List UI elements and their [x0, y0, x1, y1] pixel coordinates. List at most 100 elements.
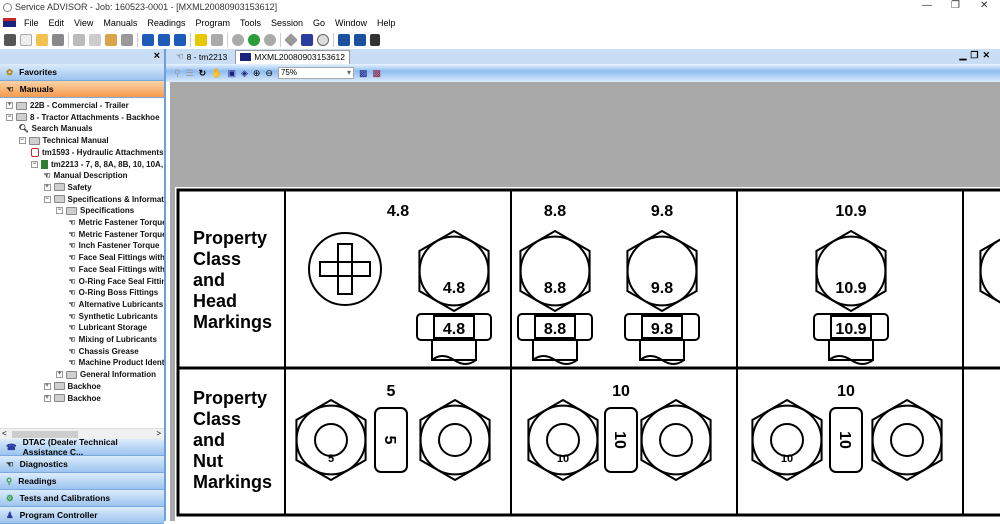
menu-tools[interactable]: Tools: [235, 18, 266, 28]
undo-window-icon[interactable]: [354, 34, 366, 46]
print-icon[interactable]: [121, 34, 133, 46]
connect-icon[interactable]: [142, 34, 154, 46]
tree-item[interactable]: ☜Machine Product Identification: [69, 357, 165, 368]
tree-item[interactable]: ☜ Metric Fastener Torque: [69, 229, 165, 240]
tree-item[interactable]: ☜O-Ring Face Seal Fittings: [69, 276, 165, 287]
menu-help[interactable]: Help: [372, 18, 401, 28]
back-icon[interactable]: [232, 34, 244, 46]
cut-icon[interactable]: [73, 34, 85, 46]
program-icon[interactable]: [301, 34, 313, 46]
new-job-icon[interactable]: [4, 34, 16, 46]
tab-mxml[interactable]: MXML20080903153612: [235, 49, 351, 64]
expand-icon[interactable]: +: [56, 371, 63, 379]
list-icon[interactable]: ☰: [186, 68, 194, 79]
expand-icon[interactable]: +: [43, 183, 51, 191]
tree-item[interactable]: ☜ Face Seal Fittings with: [69, 252, 165, 263]
message-icon[interactable]: [195, 34, 207, 46]
fit-page-icon[interactable]: ▣: [227, 68, 236, 79]
nav-program-controller[interactable]: ♟ Program Controller: [0, 507, 164, 524]
history-icon[interactable]: [248, 34, 260, 46]
tree-item[interactable]: − Specifications: [56, 205, 134, 216]
maximize-button[interactable]: ❐: [951, 0, 960, 11]
nav-tests-calibrations[interactable]: ⚙ Tests and Calibrations: [0, 490, 164, 507]
minimize-button[interactable]: —: [922, 0, 932, 11]
nav-diagnostics[interactable]: ☜ Diagnostics: [0, 456, 164, 473]
tree-item[interactable]: + Backhoe: [43, 381, 101, 392]
tree-item[interactable]: ☜ Mixing of Lubricants: [69, 334, 157, 345]
menu-window[interactable]: Window: [330, 18, 372, 28]
help-pointer-icon[interactable]: [370, 34, 380, 46]
tree-item[interactable]: + General Information: [56, 369, 156, 380]
menu-program[interactable]: Program: [190, 18, 235, 28]
close-button[interactable]: ✕: [980, 0, 988, 11]
tree-item[interactable]: − tm2213 - 7, 8, 8A, 8B, 10, 10A,: [31, 159, 163, 170]
tree-item[interactable]: + Backhoe: [43, 393, 101, 404]
copy-icon[interactable]: [89, 34, 101, 46]
nav-readings[interactable]: ⚲ Readings: [0, 473, 164, 490]
collapse-icon[interactable]: −: [43, 195, 51, 203]
menu-manuals[interactable]: Manuals: [98, 18, 142, 28]
tree-item[interactable]: ☜ Chassis Grease: [69, 346, 139, 357]
tab-tm2213[interactable]: ☜ 8 - tm2213: [172, 50, 231, 64]
tree-item[interactable]: ☜ Metric Fastener Torque: [69, 217, 165, 228]
scroll-left-arrow[interactable]: <: [2, 429, 7, 438]
home-icon[interactable]: [211, 34, 223, 46]
expand-icon[interactable]: +: [6, 102, 13, 109]
tree-item[interactable]: − Specifications & Information: [43, 194, 164, 205]
find-icon[interactable]: ⚲: [174, 68, 181, 79]
manuals-button[interactable]: ☜ Manuals: [0, 81, 164, 98]
tree-item[interactable]: ☜ Lubricant Storage: [69, 322, 148, 333]
diamond-icon[interactable]: [284, 33, 298, 47]
nav-label: DTAC (Dealer Technical Assistance C...: [22, 437, 118, 457]
collapse-icon[interactable]: −: [56, 207, 63, 215]
tree-item[interactable]: ☜ Inch Fastener Torque: [69, 240, 160, 251]
tree-item[interactable]: 🔍︎ Search Manuals: [19, 123, 93, 134]
menu-readings[interactable]: Readings: [142, 18, 190, 28]
menu-go[interactable]: Go: [308, 18, 330, 28]
tree-item[interactable]: ☜ Synthetic Lubricants: [69, 311, 158, 322]
menu-view[interactable]: View: [69, 18, 98, 28]
network-icon[interactable]: [158, 34, 170, 46]
nav-dtac[interactable]: ☎ DTAC (Dealer Technical Assistance C...: [0, 437, 164, 457]
settings-network-icon[interactable]: [174, 34, 186, 46]
paste-icon[interactable]: [105, 34, 117, 46]
tree-item[interactable]: + Safety: [43, 182, 92, 193]
zoom-out-icon[interactable]: ⊖: [265, 68, 273, 79]
scroll-thumb[interactable]: [12, 431, 78, 438]
collapse-icon[interactable]: −: [18, 137, 26, 145]
print-doc-icon[interactable]: ▩: [359, 68, 368, 79]
tree-item[interactable]: ☜ O-Ring Boss Fittings: [69, 287, 159, 298]
mdi-controls[interactable]: ▁❐✕: [959, 50, 994, 61]
open-icon[interactable]: [36, 34, 48, 46]
save-icon[interactable]: [52, 34, 64, 46]
tree-item[interactable]: tm1593 - Hydraulic Attachments: [31, 147, 164, 158]
new-icon[interactable]: [20, 34, 32, 46]
tree-item[interactable]: +22B - Commercial - Trailer: [6, 100, 129, 111]
search-icon: 🔍︎: [18, 124, 29, 134]
favorites-button[interactable]: ✿ Favorites: [0, 64, 164, 81]
horizontal-scrollbar[interactable]: < >: [0, 428, 164, 439]
collapse-icon[interactable]: −: [6, 113, 13, 121]
pan-hand-icon[interactable]: ✋: [211, 68, 222, 79]
window-restore-icon[interactable]: [338, 34, 350, 46]
menu-edit[interactable]: Edit: [44, 18, 70, 28]
export-doc-icon[interactable]: ▩: [372, 68, 381, 79]
expand-icon[interactable]: +: [43, 382, 51, 390]
timer-icon[interactable]: [317, 34, 329, 46]
rotate-icon[interactable]: ↻: [199, 68, 207, 79]
tree-item[interactable]: ☜ Face Seal Fittings with: [69, 264, 165, 275]
tree-item[interactable]: − Technical Manual: [18, 135, 109, 146]
tree-item[interactable]: ☜ Alternative Lubricants: [69, 299, 164, 310]
tree-item[interactable]: − 8 - Tractor Attachments - Backhoe: [6, 112, 160, 123]
collapse-icon[interactable]: −: [31, 160, 38, 168]
scroll-right-arrow[interactable]: >: [156, 429, 161, 438]
fit-width-icon[interactable]: ◈: [241, 68, 248, 79]
expand-icon[interactable]: +: [43, 394, 51, 402]
close-panel-button[interactable]: ×: [154, 50, 160, 62]
zoom-in-icon[interactable]: ⊕: [253, 68, 261, 79]
forward-icon[interactable]: [264, 34, 276, 46]
menu-session[interactable]: Session: [266, 18, 308, 28]
menu-file[interactable]: File: [19, 18, 44, 28]
zoom-select[interactable]: 75%: [277, 67, 354, 79]
tree-item[interactable]: ☜ Manual Description: [44, 170, 128, 181]
